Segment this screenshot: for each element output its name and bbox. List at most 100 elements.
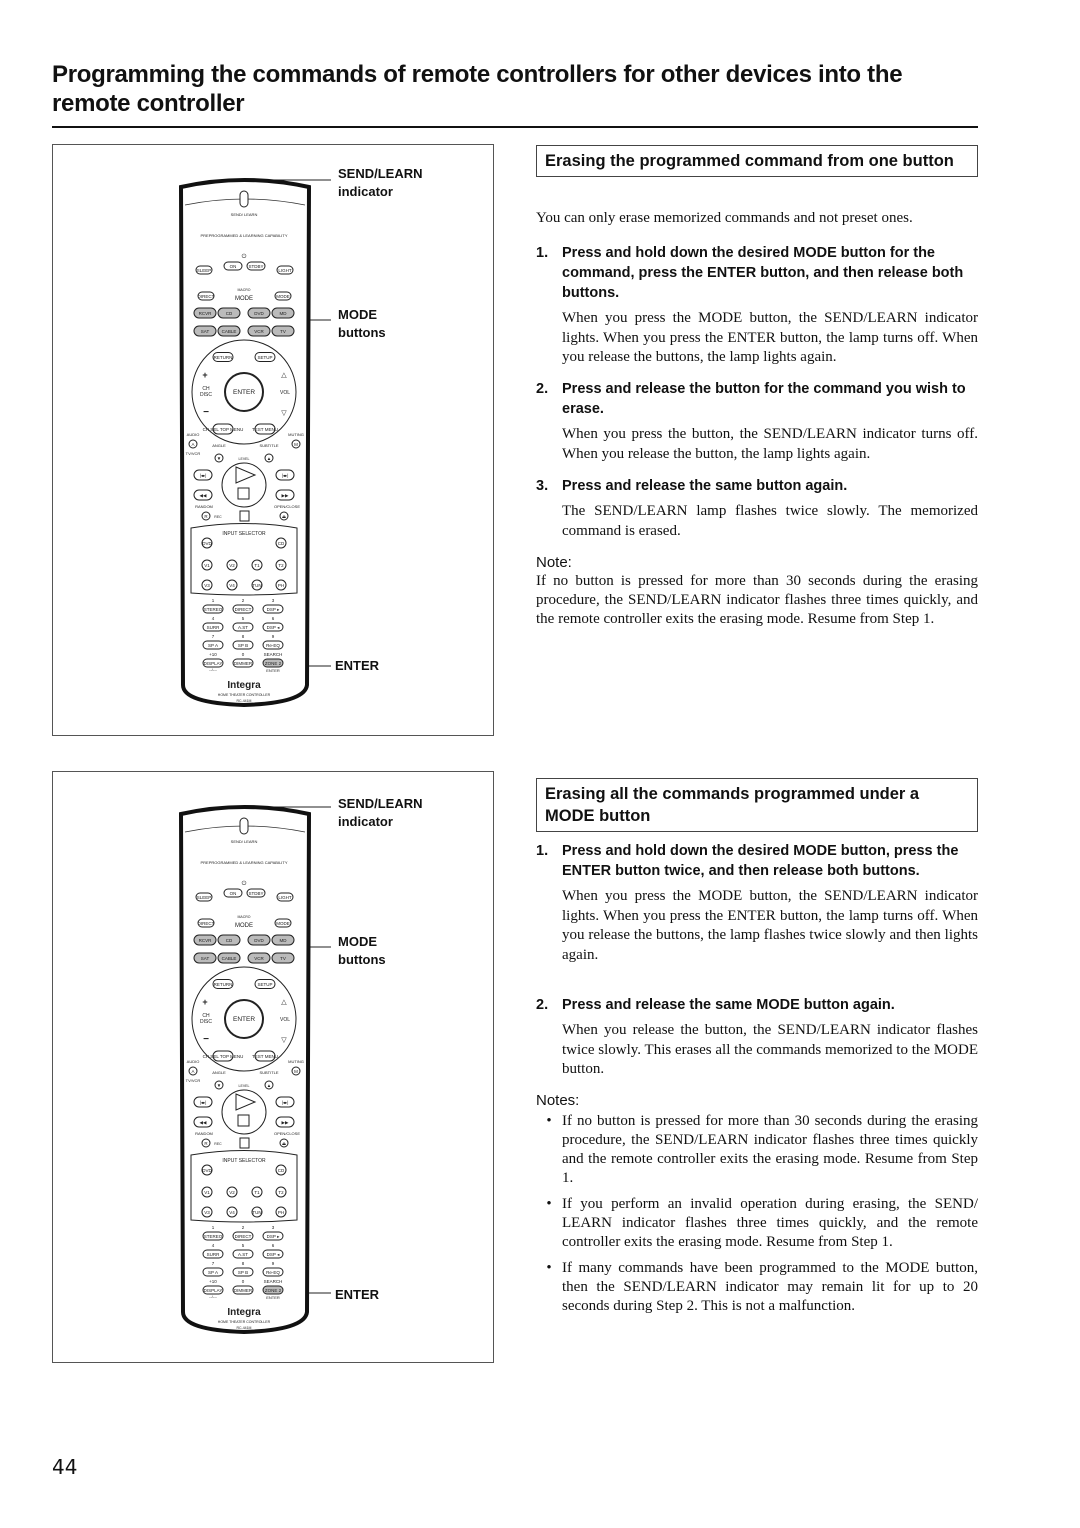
subtitle-label: SUBTITLE [259,1070,278,1075]
note-item: • If you perform an invalid operation dur… [536,1195,978,1252]
step-number: 1. [536,245,549,261]
button-label: RCVR [199,938,213,943]
input-button: V4 [226,579,238,591]
button-label: DIRECT [235,607,252,612]
input-button: V3 [201,1206,213,1218]
button-label: T1 [254,563,260,568]
tvvcr-label: TV/VCR [186,1078,201,1083]
audio-button: A [188,439,198,449]
mode-button: SAT [193,325,217,337]
on-button: ON [223,888,243,898]
stop-icon [237,487,250,500]
model-line: HOME THEATER CONTROLLER [218,693,271,697]
button-label: MD [280,938,288,943]
vol-label: VOL [280,1017,290,1023]
transport-ring [221,1089,267,1135]
keypad-button: DSP ▸ [262,1231,284,1241]
button-label: CABLE [222,329,237,334]
mode-button: RCVR [193,307,217,319]
input-button: V4 [226,1206,238,1218]
button-label: ▲ [267,1083,271,1088]
rewind-button: ◀◀ [193,489,213,501]
input-selector-label: INPUT SELECTOR [222,1158,266,1164]
button-label: TEST MENU [252,427,278,432]
bullet-icon: • [546,1196,552,1212]
button-label: DVD [254,938,264,943]
scan-button [239,510,250,522]
step-title: Press and release the same MODE button a… [562,997,895,1013]
button-label: DSP ◂ [267,1252,280,1257]
keypad-button: DIMMER [232,1285,254,1295]
button-label: SURR [207,1252,221,1257]
button-label: V3 [204,1210,210,1215]
send-learn-indicator [239,190,249,208]
keypad-button: DSP ▸ [262,604,284,614]
button-label: DISPLAY [204,1288,223,1293]
button-label: CD [278,541,285,546]
macro-label: MACRO [237,915,250,919]
button-label: ON [230,264,237,269]
button-label: TUN [252,1210,261,1215]
scan-button [239,1137,250,1149]
input-selector-label: INPUT SELECTOR [222,531,266,537]
step-title: Press and release the same button again. [562,478,848,494]
button-label: A.ST [238,625,248,630]
button-label: T2 [278,563,284,568]
open-close-button: ⏏ [279,511,289,521]
standby-button: STDBY [246,261,266,271]
step-3: 3. Press and release the same button agai… [536,476,978,541]
callout-mode-title: MODE [338,307,377,322]
keypad-button: SURR [202,1249,224,1259]
note-item: • If many commands have been programmed t… [536,1259,978,1316]
callout-send-learn-title: SEND/LEARN [338,796,423,811]
button-label: A [191,442,194,447]
button-label: M [294,442,298,447]
direct-button: DIRECT [197,918,215,928]
bullet-icon: • [546,1113,552,1129]
input-button: V2 [226,559,238,571]
button-label: MODE [276,294,290,299]
rewind-button: ◀◀ [193,1116,213,1128]
callout-mode-sub: buttons [338,325,386,340]
keypad-button: DIRECT [232,604,254,614]
button-label: ▼ [217,1083,221,1088]
angle-label: ANGLE [212,443,226,448]
mode-button: DVD [247,934,271,946]
button-label: SP A [208,1270,218,1275]
step-body: When you press the button, the SEND/LEAR… [562,426,978,462]
macro-label: MACRO [237,288,250,292]
button-label: RETURN [214,355,233,360]
button-label: STEREO [204,607,223,612]
callout-enter: ENTER [335,658,380,673]
button-label: V3 [204,583,210,588]
rec-label: REC [214,1142,222,1146]
keypad-button: A.ST [232,622,254,632]
open-close-label: OPEN/CLOSE [274,504,300,509]
level-up-button: ▲ [264,453,274,463]
dash-label: --/--- [209,667,217,672]
setup-button: SETUP [254,352,276,362]
button-label: SURR [207,625,221,630]
button-label: CH SEL TOP MENU [203,1054,244,1059]
subtitle-label: SUBTITLE [259,443,278,448]
button-label: CH SEL TOP MENU [203,427,244,432]
ch-down-icon: − [203,1034,209,1045]
button-label: CD [278,1168,285,1173]
mode-button: VCR [247,325,271,337]
button-label: LIGHT [278,895,292,900]
mode-button: CABLE [217,952,241,964]
keypad-number: SEARCH [264,652,283,657]
enter-small-label: ENTER [266,1295,280,1300]
keypad-button: DIMMER [232,658,254,668]
step-2: 2. Press and release the same MODE button… [536,995,978,1080]
vol-down-icon: ▽ [281,410,287,417]
remote-figure-1: SEND/ LEARN PREPROGRAMMED & LEARNING CAPA… [52,144,494,736]
step-title: Press and hold down the desired MODE but… [562,245,964,301]
menu-button: TEST MENU [252,1050,278,1062]
button-label: T2 [278,1190,284,1195]
menu-button: TEST MENU [252,423,278,435]
enter-button-label: ENTER [233,1016,255,1023]
button-label: PH [278,583,284,588]
model-number: RC-441M [237,699,252,703]
input-button: V1 [201,1186,213,1198]
